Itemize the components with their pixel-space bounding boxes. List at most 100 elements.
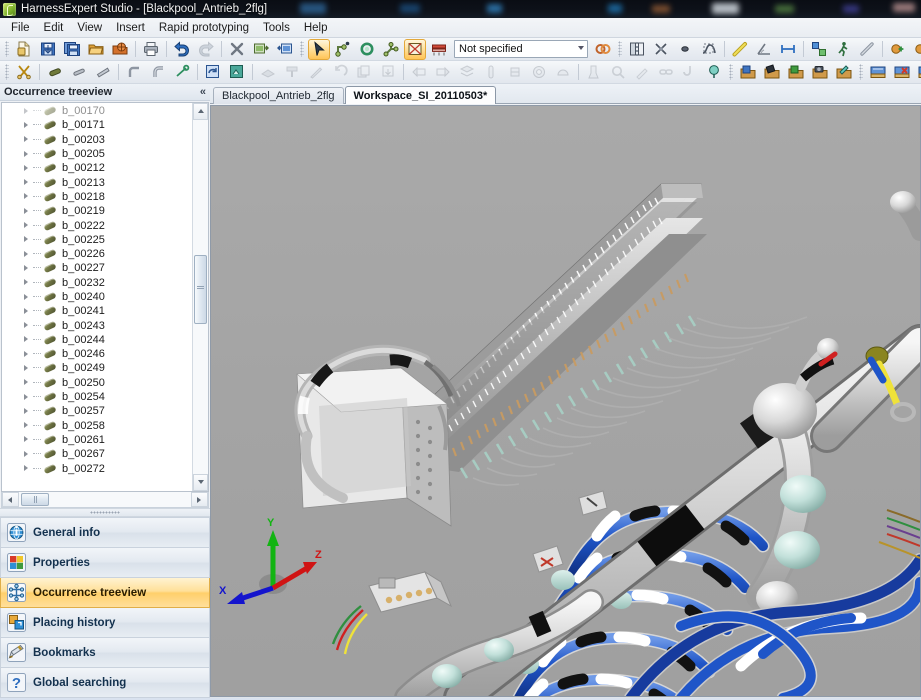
scroll-thumb[interactable] [194, 255, 207, 324]
balloon-icon[interactable] [703, 62, 725, 83]
tree-item[interactable]: b_00232 [2, 276, 192, 290]
expand-arrow-icon[interactable] [22, 464, 31, 473]
expand-arrow-icon[interactable] [22, 421, 31, 430]
menu-rapid-prototyping[interactable]: Rapid prototyping [152, 20, 256, 36]
tree-item[interactable]: b_00218 [2, 190, 192, 204]
view-save-icon[interactable] [867, 62, 889, 83]
expand-arrow-icon[interactable] [22, 278, 31, 287]
pick-node-icon[interactable] [332, 39, 354, 60]
expand-arrow-icon[interactable] [22, 264, 31, 273]
expand-arrow-icon[interactable] [22, 307, 31, 316]
toolbar-grip-icon[interactable] [618, 41, 622, 57]
expand-arrow-icon[interactable] [22, 135, 31, 144]
point-marker-icon[interactable] [674, 39, 696, 60]
scroll-up-button[interactable] [193, 103, 208, 120]
route-path-icon[interactable] [698, 39, 720, 60]
add-node-icon[interactable] [887, 39, 909, 60]
tree-item[interactable]: b_00250 [2, 376, 192, 390]
expand-arrow-icon[interactable] [22, 407, 31, 416]
tree-item[interactable]: b_00258 [2, 419, 192, 433]
mirror-icon[interactable] [626, 39, 648, 60]
tree-item[interactable]: b_00257 [2, 404, 192, 418]
scroll-left-button[interactable] [2, 492, 19, 507]
tree-item[interactable]: b_00213 [2, 175, 192, 189]
expand-arrow-icon[interactable] [22, 107, 31, 116]
tree-vertical-scrollbar[interactable] [192, 103, 208, 491]
corner-bend-icon[interactable] [123, 62, 145, 83]
cut-wire-icon[interactable] [13, 62, 35, 83]
toolbar-grip-icon[interactable] [729, 64, 733, 80]
sidebar-item-placing-history[interactable]: Placing history [0, 608, 210, 638]
note-blue-icon[interactable] [737, 62, 759, 83]
expand-arrow-icon[interactable] [22, 321, 31, 330]
expand-arrow-icon[interactable] [22, 235, 31, 244]
expand-arrow-icon[interactable] [22, 207, 31, 216]
refresh-sync-icon[interactable] [592, 39, 614, 60]
elbow-bend-icon[interactable] [147, 62, 169, 83]
expand-arrow-icon[interactable] [22, 178, 31, 187]
toolbar-grip-icon[interactable] [300, 41, 304, 57]
toolbar-grip-icon[interactable] [5, 64, 9, 80]
hscroll-track[interactable] [19, 492, 191, 507]
tree-item[interactable]: b_00241 [2, 304, 192, 318]
note-pen-icon[interactable] [833, 62, 855, 83]
collapse-panel-icon[interactable]: « [200, 86, 206, 98]
expand-arrow-icon[interactable] [22, 335, 31, 344]
menu-edit[interactable]: Edit [37, 20, 71, 36]
menu-tools[interactable]: Tools [256, 20, 297, 36]
note-camera-icon[interactable] [809, 62, 831, 83]
new-document-icon[interactable] [13, 39, 35, 60]
dock-splitter[interactable] [0, 508, 210, 517]
measure-angle-icon[interactable] [753, 39, 775, 60]
tree-item[interactable]: b_00249 [2, 361, 192, 375]
pick-branch-icon[interactable] [380, 39, 402, 60]
save-all-icon[interactable] [61, 39, 83, 60]
clipping-box-icon[interactable] [404, 39, 426, 60]
tree-item[interactable]: b_00246 [2, 347, 192, 361]
sidebar-item-properties[interactable]: Properties [0, 548, 210, 578]
tree-item[interactable]: b_00261 [2, 433, 192, 447]
tree-item[interactable]: b_00171 [2, 118, 192, 132]
view-front-icon[interactable] [915, 62, 921, 83]
scroll-track[interactable] [193, 120, 208, 474]
protect-tape-icon[interactable] [856, 39, 878, 60]
tree-item[interactable]: b_00226 [2, 247, 192, 261]
view-delete-icon[interactable] [891, 62, 913, 83]
expand-arrow-icon[interactable] [22, 435, 31, 444]
sidebar-item-occurrence-treeview[interactable]: Occurrence treeview [0, 578, 210, 608]
expand-arrow-icon[interactable] [22, 150, 31, 159]
tree-item[interactable]: b_00240 [2, 290, 192, 304]
expand-arrow-icon[interactable] [22, 250, 31, 259]
tree-item[interactable]: b_00205 [2, 147, 192, 161]
menu-file[interactable]: File [4, 20, 37, 36]
section-cut-icon[interactable] [428, 39, 450, 60]
segment-thin-icon[interactable] [68, 62, 90, 83]
scroll-right-button[interactable] [191, 492, 208, 507]
toolbar-grip-icon[interactable] [859, 64, 863, 80]
tree-horizontal-scrollbar[interactable] [1, 492, 209, 508]
import-package-icon[interactable] [109, 39, 131, 60]
export-view-icon[interactable] [250, 39, 272, 60]
hscroll-thumb[interactable] [21, 493, 49, 506]
tree-item[interactable]: b_00212 [2, 161, 192, 175]
scroll-down-button[interactable] [193, 474, 208, 491]
delete-icon[interactable] [226, 39, 248, 60]
undo-icon[interactable] [171, 39, 193, 60]
print-icon[interactable] [140, 39, 162, 60]
bundle-split-icon[interactable] [808, 39, 830, 60]
segment-straight-icon[interactable] [44, 62, 66, 83]
tree-item[interactable]: b_00219 [2, 204, 192, 218]
expand-arrow-icon[interactable] [22, 364, 31, 373]
tab-workspace-si[interactable]: Workspace_SI_20110503* [345, 86, 497, 104]
walk-mode-icon[interactable] [832, 39, 854, 60]
expand-arrow-icon[interactable] [22, 293, 31, 302]
toolbar-grip-icon[interactable] [5, 41, 9, 57]
menu-insert[interactable]: Insert [109, 20, 152, 36]
tree-item[interactable]: b_00227 [2, 261, 192, 275]
occurrence-tree[interactable]: b_00170 b_00171 b_00203 b_00205 b_00212 … [2, 103, 192, 491]
sidebar-item-bookmarks[interactable]: Bookmarks [0, 638, 210, 668]
menu-view[interactable]: View [70, 20, 109, 36]
sidebar-item-global-searching[interactable]: ? Global searching [0, 668, 210, 698]
expand-arrow-icon[interactable] [22, 221, 31, 230]
tree-item[interactable]: b_00222 [2, 218, 192, 232]
